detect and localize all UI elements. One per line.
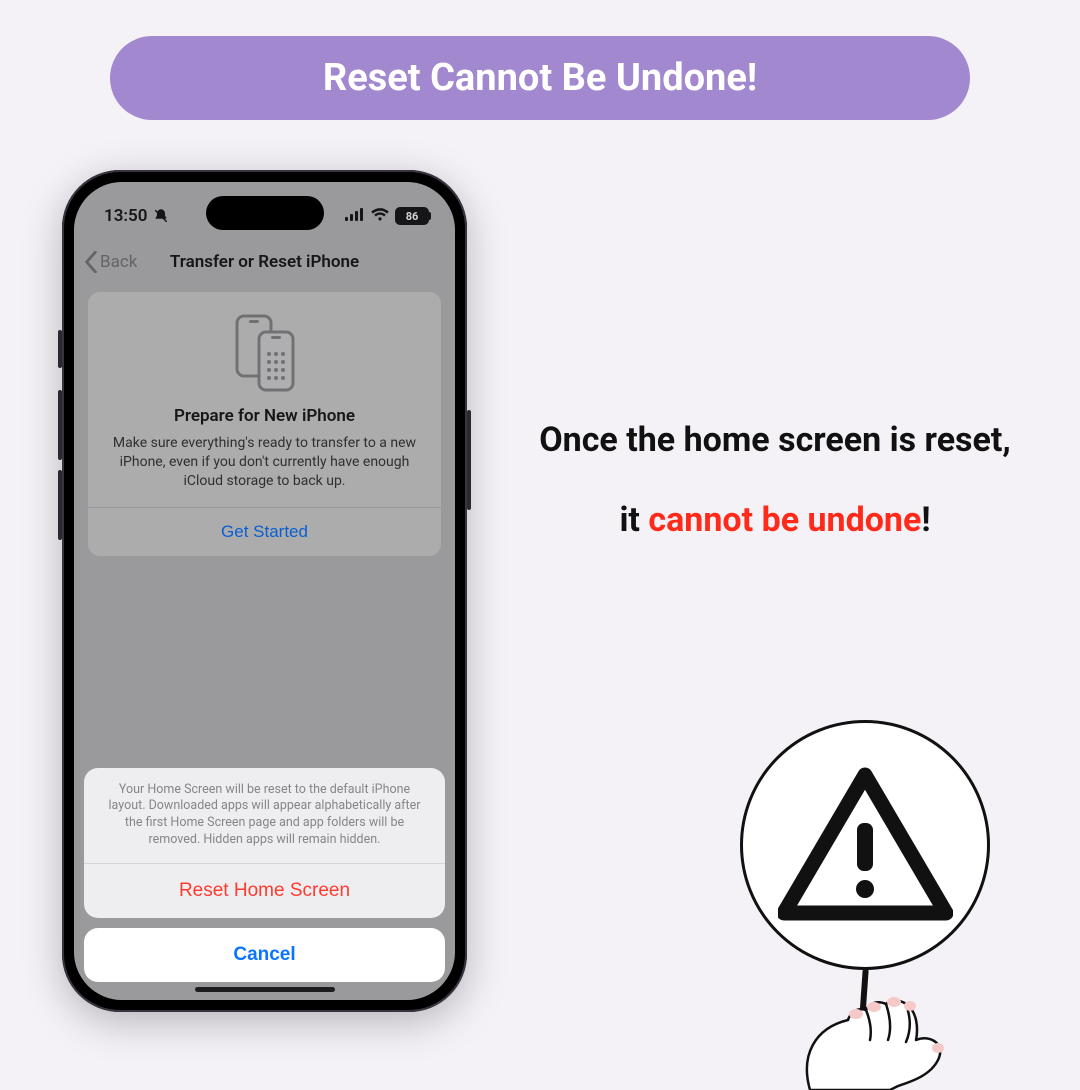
status-time: 13:50 (104, 206, 147, 226)
caption-line-2: it cannot be undone! (500, 500, 1050, 540)
battery-value: 86 (406, 210, 419, 223)
get-started-button[interactable]: Get Started (88, 508, 441, 556)
cancel-button[interactable]: Cancel (84, 928, 445, 982)
two-phones-icon (106, 314, 423, 392)
hand-icon (770, 970, 970, 1090)
phone-frame: 13:50 86 (62, 170, 467, 1012)
back-label: Back (100, 252, 137, 272)
caption-line-1: Once the home screen is reset, (500, 420, 1050, 460)
caption-line-2-emph: cannot be undone (648, 500, 921, 540)
nav-bar: Back Transfer or Reset iPhone (74, 240, 455, 284)
battery-indicator: 86 (395, 207, 429, 225)
phone-volume-down (58, 470, 62, 540)
back-button[interactable]: Back (84, 240, 137, 284)
wifi-icon (371, 206, 389, 226)
screen-content: Prepare for New iPhone Make sure everyth… (88, 292, 441, 556)
dynamic-island (206, 196, 324, 230)
hand-with-warning-sign (710, 720, 1020, 1080)
action-sheet: Your Home Screen will be reset to the de… (84, 768, 445, 919)
warning-triangle-icon (778, 765, 953, 925)
action-sheet-message: Your Home Screen will be reset to the de… (84, 768, 445, 864)
silent-mode-icon (153, 208, 169, 224)
caption-line-2-prefix: it (619, 500, 648, 540)
nav-title: Transfer or Reset iPhone (170, 252, 359, 272)
caption-line-2-suffix: ! (921, 500, 930, 540)
home-indicator (195, 987, 335, 992)
reset-home-screen-button[interactable]: Reset Home Screen (84, 864, 445, 918)
chevron-left-icon (84, 251, 98, 273)
warning-sign (740, 720, 990, 970)
banner: Reset Cannot Be Undone! (110, 36, 970, 120)
prepare-desc: Make sure everything's ready to transfer… (106, 434, 423, 491)
phone-mute-switch (58, 330, 62, 368)
cellular-signal-icon (345, 206, 365, 226)
phone-screen: 13:50 86 (74, 182, 455, 1000)
caption: Once the home screen is reset, it cannot… (500, 420, 1050, 540)
prepare-card: Prepare for New iPhone Make sure everyth… (88, 292, 441, 556)
banner-title: Reset Cannot Be Undone! (323, 56, 757, 100)
prepare-title: Prepare for New iPhone (106, 406, 423, 426)
phone-volume-up (58, 390, 62, 460)
